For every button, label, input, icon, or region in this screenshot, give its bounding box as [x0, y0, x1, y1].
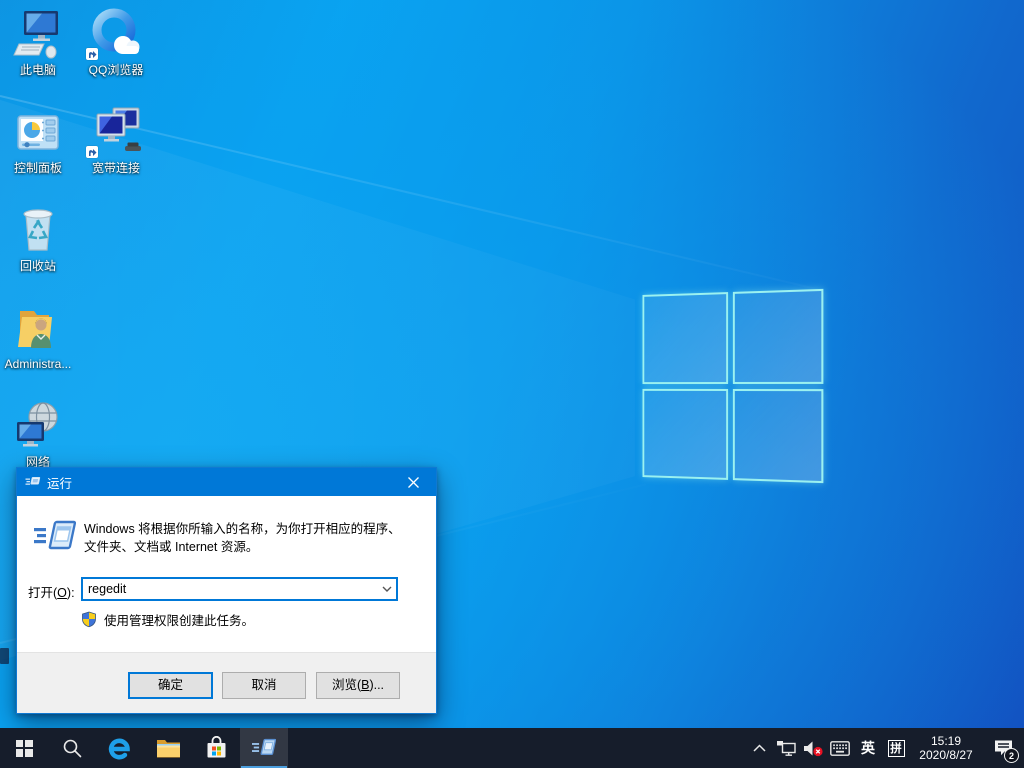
volume-tray-button[interactable] — [799, 728, 826, 768]
run-dialog-footer: 确定 取消 浏览(B)... — [17, 652, 436, 713]
action-center-button[interactable]: 2 — [982, 728, 1024, 768]
desktop-icon-broadband[interactable]: 宽带连接 — [78, 106, 154, 175]
windows-logo-pane — [642, 388, 728, 480]
run-window-icon — [25, 477, 41, 485]
close-icon — [408, 476, 419, 488]
keyboard-icon — [830, 740, 850, 756]
this-pc-icon — [0, 8, 76, 60]
control-panel-icon — [0, 106, 76, 158]
desktop-icon-label: QQ浏览器 — [88, 63, 144, 77]
start-button[interactable] — [0, 728, 48, 768]
volume-muted-icon — [803, 741, 823, 756]
cancel-button[interactable]: 取消 — [222, 672, 306, 699]
run-window-icon — [252, 738, 276, 756]
network-tray-button[interactable] — [772, 728, 799, 768]
windows-logo-wallpaper — [642, 288, 824, 484]
store-icon — [207, 736, 225, 758]
qq-browser-icon — [78, 8, 154, 60]
desktop-icon-qq-browser[interactable]: QQ浏览器 — [78, 8, 154, 77]
desktop-icon-recycle-bin[interactable]: 回收站 — [0, 204, 76, 273]
open-label-prefix: 打开( — [28, 586, 58, 600]
desktop-icon-label: 宽带连接 — [91, 161, 140, 175]
edge-button[interactable] — [96, 728, 144, 768]
file-explorer-button[interactable] — [144, 728, 192, 768]
run-taskbar-button[interactable] — [240, 728, 288, 768]
partially-hidden-icon — [0, 648, 9, 664]
system-tray: 英 拼 15:19 2020/8/27 2 — [746, 728, 1024, 768]
taskbar-empty-area — [288, 728, 746, 768]
desktop-icon-label: 控制面板 — [13, 161, 62, 175]
start-icon — [15, 739, 33, 757]
run-dialog-body: Windows 将根据你所输入的名称，为你打开相应的程序、 文件夹、文档或 In… — [17, 496, 436, 652]
open-combobox — [81, 577, 398, 601]
admin-note-text: 使用管理权限创建此任务。 — [104, 614, 255, 628]
browse-button[interactable]: 浏览(B)... — [316, 672, 400, 699]
browse-label-suffix: )... — [369, 678, 385, 692]
search-icon — [63, 739, 82, 758]
ime-pinyin-icon: 拼 — [887, 739, 905, 757]
dialog-title: 运行 — [47, 476, 73, 491]
windows-logo-pane — [732, 288, 824, 384]
user-folder-icon — [0, 302, 76, 354]
chevron-down-icon — [382, 586, 392, 592]
chevron-up-icon — [752, 744, 766, 752]
network-icon — [0, 400, 76, 452]
shortcut-arrow-icon — [86, 146, 98, 158]
run-window-icon-large — [34, 520, 76, 550]
close-button[interactable] — [391, 468, 436, 496]
broadband-connection-icon — [78, 106, 154, 158]
open-field-label: 打开(O): — [28, 582, 75, 605]
recycle-bin-icon — [0, 204, 76, 256]
desktop-icon-network[interactable]: 网络 — [0, 400, 76, 469]
tray-time: 15:19 — [930, 734, 961, 748]
desktop-icon-control-panel[interactable]: 控制面板 — [0, 106, 76, 175]
desktop-icon-this-pc[interactable]: 此电脑 — [0, 8, 76, 77]
clock[interactable]: 15:19 2020/8/27 — [910, 728, 982, 768]
run-dialog-titlebar[interactable]: 运行 — [17, 468, 436, 496]
uac-shield-icon — [82, 611, 96, 628]
taskbar: 英 拼 15:19 2020/8/27 2 — [0, 728, 1024, 768]
tray-date: 2020/8/27 — [919, 748, 973, 762]
browse-label-prefix: 浏览( — [331, 678, 362, 692]
run-dialog: 运行 Windows 将根据你所输入的名称，为你打开相应的程序、 文件夹、文档或… — [16, 467, 437, 714]
desktop-icon-label: Administra... — [4, 357, 72, 371]
desktop-icon-administrator[interactable]: Administra... — [0, 302, 76, 371]
edge-icon — [108, 738, 130, 760]
shortcut-arrow-icon — [86, 48, 98, 60]
touch-keyboard-button[interactable] — [826, 728, 854, 768]
show-hidden-icons-button[interactable] — [746, 728, 772, 768]
windows-logo-pane — [642, 292, 728, 384]
store-button[interactable] — [192, 728, 240, 768]
ethernet-icon — [776, 740, 796, 756]
desktop-icon-label: 此电脑 — [19, 63, 56, 77]
desktop-icon-label: 回收站 — [19, 259, 56, 273]
combobox-dropdown-button[interactable] — [378, 579, 396, 599]
search-button[interactable] — [48, 728, 96, 768]
notification-badge: 2 — [1004, 748, 1019, 763]
windows-logo-pane — [732, 388, 824, 484]
description-line-1: Windows 将根据你所输入的名称，为你打开相应的程序、 — [84, 522, 401, 536]
open-label-accesskey: O — [57, 586, 67, 600]
open-input[interactable] — [83, 579, 378, 599]
ime-mode-button[interactable]: 拼 — [882, 728, 910, 768]
ok-button[interactable]: 确定 — [128, 672, 213, 699]
file-explorer-icon — [156, 739, 180, 757]
admin-note-row: 使用管理权限创建此任务。 — [81, 610, 254, 629]
run-dialog-description: Windows 将根据你所输入的名称，为你打开相应的程序、 文件夹、文档或 In… — [84, 520, 401, 556]
description-line-2: 文件夹、文档或 Internet 资源。 — [84, 540, 259, 554]
open-label-suffix: ): — [66, 586, 75, 600]
ime-language-button[interactable]: 英 — [854, 728, 882, 768]
